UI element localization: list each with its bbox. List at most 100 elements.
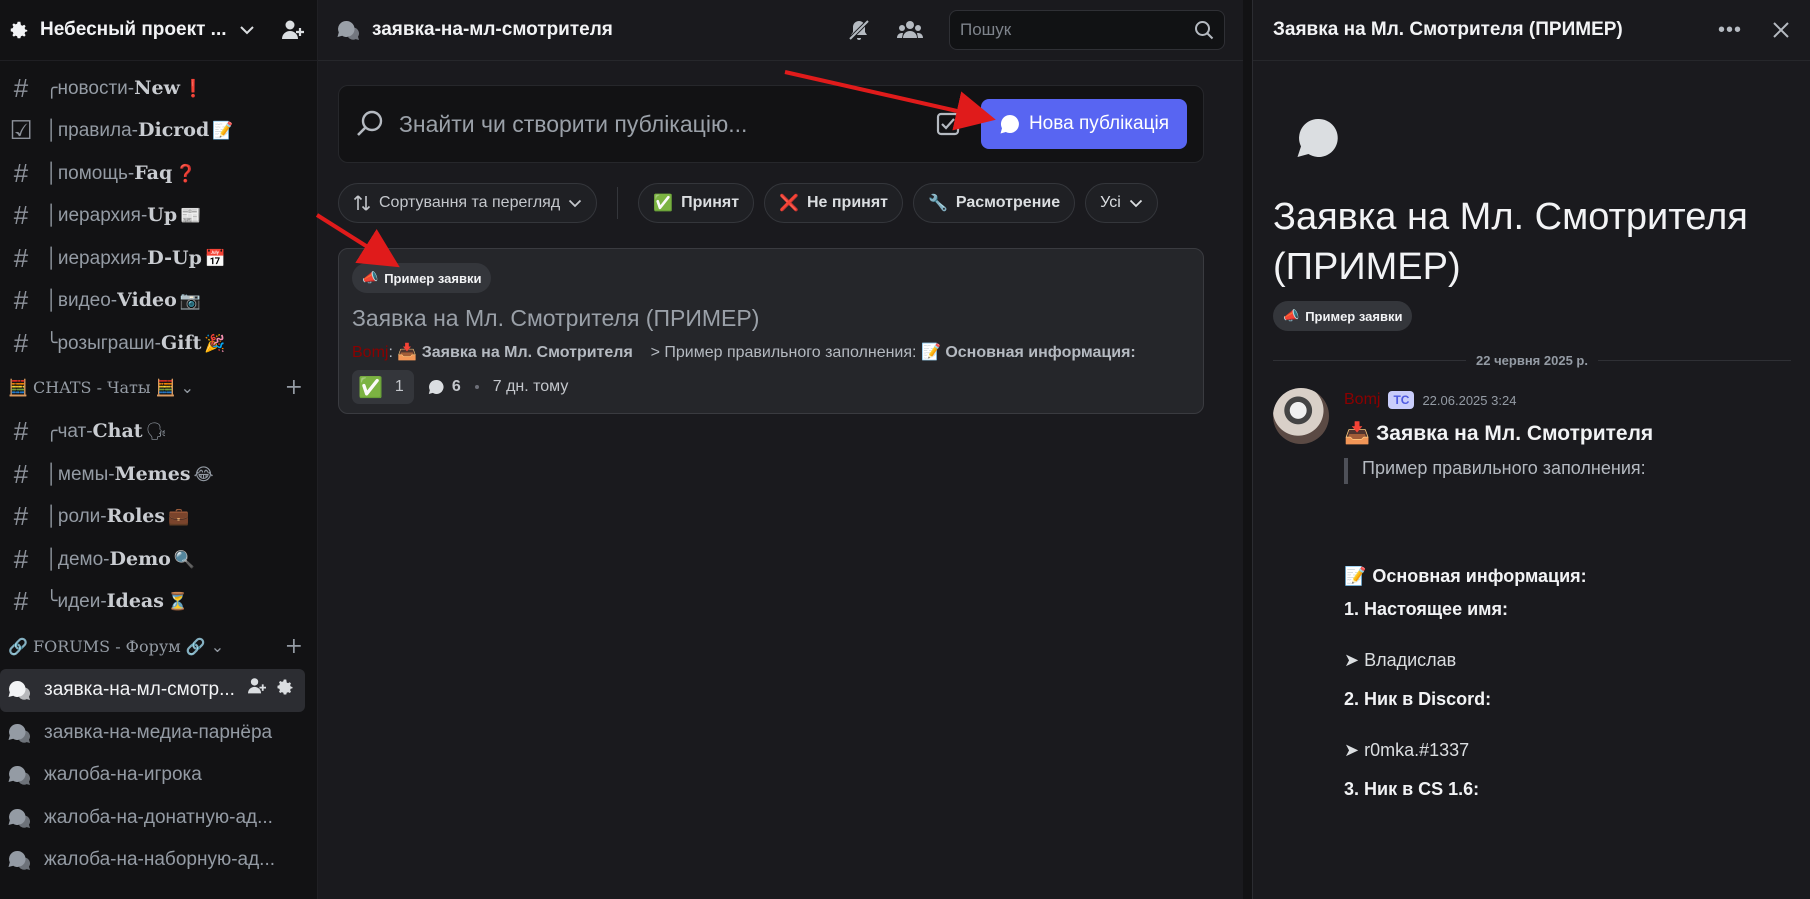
channel-label: чат- [57,421,93,443]
reaction-check[interactable]: ✅ 1 [352,370,414,404]
forum-channel-item[interactable]: жалоба-на-игрока [0,754,305,797]
channel-emoji: 📷 [179,291,201,311]
channel-roles[interactable]: # │роли-Roles 💼 [0,496,317,539]
hash-icon: # [13,501,29,532]
channel-label: иерархия- [57,247,148,269]
forum-channel-item[interactable]: жалоба-на-наборную-ад... [0,839,305,882]
category-chats[interactable]: 🧮 CHATS - Чаты 🧮 ⌄ + [0,365,317,411]
forum-post-card[interactable]: 📣 Пример заявки Заявка на Мл. Смотрителя… [338,248,1204,414]
channel-memes[interactable]: # │мемы-Memes 😂 [0,453,317,496]
message-header: Bomj TC 22.06.2025 3:24 [1344,388,1794,412]
channel-label: розыграши- [57,332,161,354]
channel-ideas[interactable]: # ╰идеи-Ideas ⏳ [0,581,317,624]
channel-prefix: │ [46,162,58,184]
date-divider-text: 22 червня 2025 р. [1476,352,1588,368]
hash-icon: # [13,543,29,574]
channel-up[interactable]: # │иерархия-Up 📰 [0,195,317,238]
channel-label-bold: Faq [134,161,173,184]
avatar[interactable] [1273,388,1329,444]
all-tags-dropdown[interactable]: Усі [1085,183,1158,223]
channel-name: ╭чат-Chat 🗣 [46,420,167,443]
channel-faq[interactable]: # │помощь-Faq ❓ [0,152,317,195]
preview-section: Основная информация: [945,344,1136,361]
search-icon [355,109,385,139]
chevron-down-icon[interactable] [237,25,257,35]
divider-line [1273,359,1467,361]
memo-icon: 📝 [920,344,941,361]
composer-placeholder: Знайти чи створити публікацію... [399,110,748,137]
channel-title: заявка-на-мл-смотрителя [372,19,613,40]
category-forums[interactable]: 🔗 FORUMS - Форум 🔗 ⌄ + [0,623,317,669]
forum-icon [6,849,32,871]
notifications-muted-icon[interactable] [847,18,871,42]
search-input[interactable]: Пошук [949,10,1225,50]
channel-demo[interactable]: # │демо-Demo 🔍 [0,538,317,581]
sort-and-view-button[interactable]: Сортування та перегляд [338,183,598,223]
channel-label: идеи- [57,591,107,613]
invite-people-icon[interactable] [281,19,305,41]
chevron-down-icon [568,199,582,208]
reaction-count: 1 [394,378,404,395]
channel-video[interactable]: # │видео-Video 📷 [0,280,317,323]
thread-tag[interactable]: 📣 Пример заявки [1273,301,1413,331]
channel-emoji: 😂 [193,464,214,484]
chat-bubble-icon [1295,116,1339,165]
forum-search-composer[interactable]: Знайти чи створити публікацію... Нова пу… [338,85,1204,163]
forum-channel-item[interactable]: жалоба-на-донатную-ад... [0,797,305,840]
message-author[interactable]: Bomj [1344,391,1380,409]
tag-emoji: 🔧 [928,195,948,212]
channel-name: │демо-Demo 🔍 [46,548,195,571]
new-post-button[interactable]: Нова публікація [980,99,1187,149]
tag-label: Не принят [806,194,888,211]
search-placeholder: Пошук [960,20,1012,39]
channel-prefix: │ [46,247,58,269]
channel-emoji: 💼 [168,507,190,527]
channel-label: помощь- [57,162,135,184]
member-list-icon[interactable] [897,19,923,41]
hash-icon: # [13,416,29,447]
channel-emoji: ❗ [182,78,205,98]
post-author: Bomj [352,344,389,361]
close-icon[interactable] [1772,21,1790,39]
channel-gift[interactable]: # ╰розыграши-Gift 🎉 [0,322,317,365]
all-tags-label: Усі [1100,194,1121,211]
hash-icon: # [13,285,29,316]
channel-name: ╭новости-New ❗ [46,77,204,100]
post-tag[interactable]: 📣 Пример заявки [352,263,492,293]
channel-prefix: ╰ [46,332,58,354]
gear-icon[interactable] [275,677,295,703]
channel-label-bold: Demo [109,547,171,570]
thread-title: Заявка на Мл. Смотрителя (ПРИМЕР) [1273,196,1748,288]
channel-label-bold: Memes [114,462,191,485]
forum-icon [6,679,32,701]
more-options-icon[interactable]: ••• [1718,19,1742,42]
channel-chat[interactable]: # ╭чат-Chat 🗣 [0,411,317,454]
server-header[interactable]: Небесный проект ... [0,0,317,61]
tag-filter-2[interactable]: ❌ Не принят [764,183,903,223]
channel-label-bold: Ideas [106,590,164,613]
channel-label-bold: Roles [106,505,166,528]
channel-prefix: │ [46,290,58,312]
divider [617,187,619,219]
tag-filter-3[interactable]: 🔧 Расмотрение [913,183,1076,223]
thread-tag-label: Пример заявки [1305,308,1403,324]
hash-icon: # [13,157,29,188]
channel-new[interactable]: # ╭новости-New ❗ [0,67,317,110]
forum-channel-item[interactable]: заявка-на-медиа-парнёра [0,712,305,755]
tag-filter-1[interactable]: ✅ Принят [638,183,755,223]
channel-name: │помощь-Faq ❓ [46,162,196,185]
category-label: 🧮 CHATS - Чаты 🧮 ⌄ [8,378,195,397]
channel-name: ╰розыграши-Gift 🎉 [46,332,226,355]
channel-dicrod[interactable]: ☑ │правила-Dicrod 📝 [0,110,317,153]
add-channel-icon[interactable]: + [285,375,303,400]
checkbox-icon[interactable] [935,111,961,137]
invite-people-icon[interactable] [247,677,267,703]
channel-prefix: │ [46,120,58,142]
forum-channel-actions [247,677,305,703]
channel-name: │правила-Dicrod 📝 [46,119,233,142]
channel-d-up[interactable]: # │иерархия-D-Up 📅 [0,237,317,280]
forum-icon [6,722,32,744]
add-channel-icon[interactable]: + [285,634,303,659]
channel-prefix: ╰ [46,591,58,613]
forum-channel-item[interactable]: заявка-на-мл-смотр... [0,669,305,712]
